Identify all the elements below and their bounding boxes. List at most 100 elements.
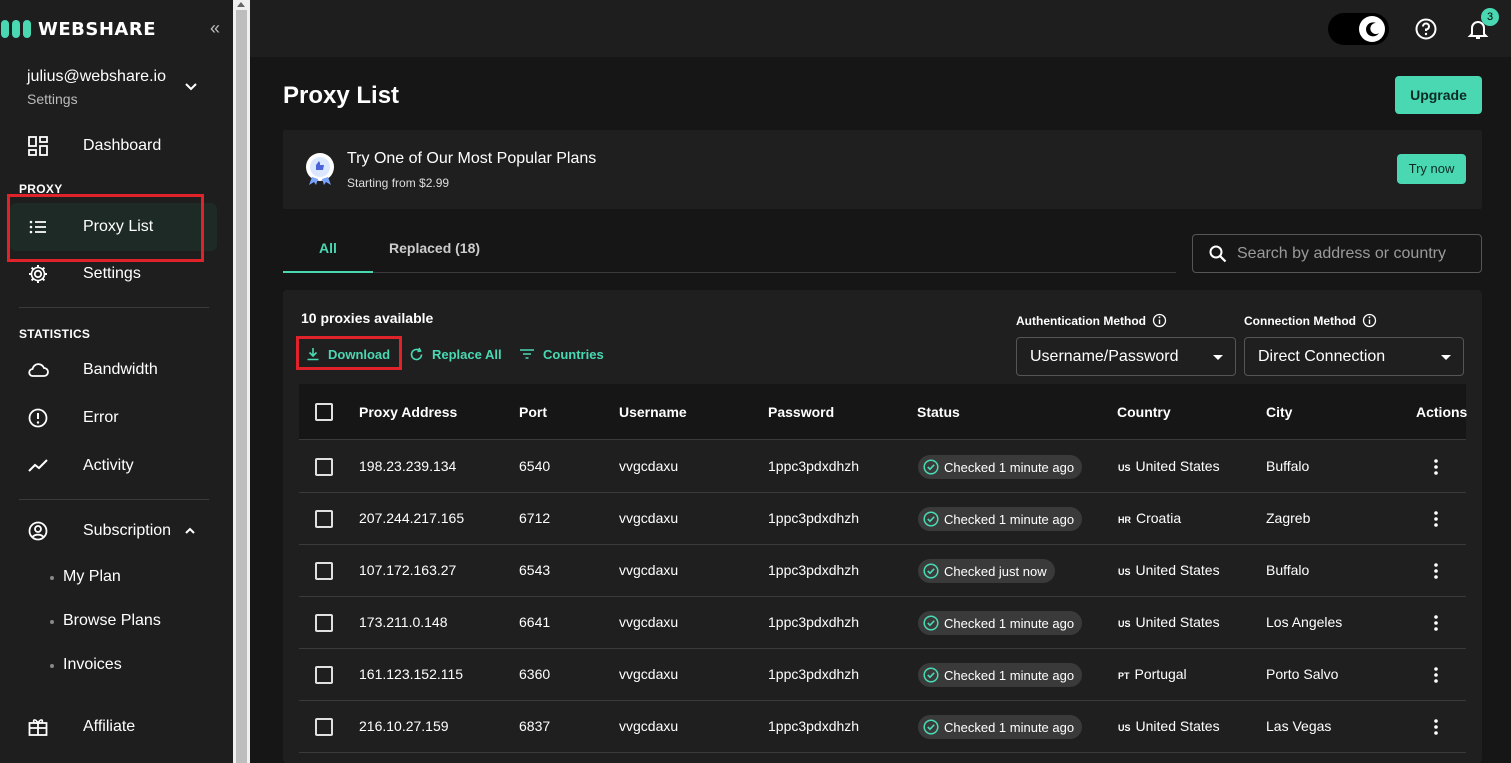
check-circle-icon xyxy=(923,615,939,631)
sidebar-item-settings[interactable]: Settings xyxy=(10,250,217,298)
proxy-username[interactable]: vvgcdaxu xyxy=(619,614,678,630)
sidebar-item-bandwidth[interactable]: Bandwidth xyxy=(10,346,217,394)
column-header-proxy-address[interactable]: Proxy Address xyxy=(359,404,457,420)
proxy-password[interactable]: 1ppc3pdxdhzh xyxy=(768,458,859,474)
proxy-port[interactable]: 6543 xyxy=(519,562,550,578)
auth-method-select[interactable]: Username/Password xyxy=(1016,337,1236,376)
sidebar-item-dashboard[interactable]: Dashboard xyxy=(10,122,217,170)
trending-icon xyxy=(28,459,48,472)
proxy-password[interactable]: 1ppc3pdxdhzh xyxy=(768,666,859,682)
upgrade-button[interactable]: Upgrade xyxy=(1395,76,1482,114)
column-header-actions: Actions xyxy=(1416,404,1468,420)
proxy-address[interactable]: 173.211.0.148 xyxy=(359,614,448,630)
select-all-checkbox[interactable] xyxy=(315,403,333,421)
row-checkbox[interactable] xyxy=(315,458,333,476)
sidebar-item-invoices[interactable]: Invoices xyxy=(50,656,122,674)
check-circle-icon xyxy=(923,719,939,735)
column-header-port[interactable]: Port xyxy=(519,404,547,420)
more-vert-icon[interactable] xyxy=(1426,561,1446,581)
chevron-down-icon[interactable] xyxy=(182,78,200,96)
try-now-button[interactable]: Try now xyxy=(1397,154,1466,184)
proxy-city: Zagreb xyxy=(1266,510,1311,526)
info-icon[interactable] xyxy=(1152,313,1167,328)
proxy-port[interactable]: 6641 xyxy=(519,614,550,630)
promo-title: Try One of Our Most Popular Plans xyxy=(347,150,597,167)
info-icon[interactable] xyxy=(1362,313,1377,328)
download-button[interactable]: Download xyxy=(306,344,390,364)
check-circle-icon xyxy=(923,563,939,579)
proxy-username[interactable]: vvgcdaxu xyxy=(619,562,678,578)
sidebar-item-browse-plans[interactable]: Browse Plans xyxy=(50,612,161,630)
row-checkbox[interactable] xyxy=(315,510,333,528)
help-icon[interactable] xyxy=(1414,17,1438,41)
row-checkbox[interactable] xyxy=(315,718,333,736)
proxy-password[interactable]: 1ppc3pdxdhzh xyxy=(768,562,859,578)
column-header-username[interactable]: Username xyxy=(619,404,687,420)
sidebar-item-subscription[interactable]: Subscription xyxy=(10,507,217,555)
proxy-port[interactable]: 6712 xyxy=(519,510,550,526)
proxy-address[interactable]: 198.23.239.134 xyxy=(359,458,456,474)
scrollbar-thumb[interactable] xyxy=(236,10,247,763)
proxy-port[interactable]: 6837 xyxy=(519,718,550,734)
column-header-country[interactable]: Country xyxy=(1117,404,1171,420)
sidebar-item-label: My Plan xyxy=(63,568,121,585)
dark-mode-toggle[interactable] xyxy=(1328,13,1389,45)
column-header-city[interactable]: City xyxy=(1266,404,1292,420)
more-vert-icon[interactable] xyxy=(1426,509,1446,529)
connection-method-value: Direct Connection xyxy=(1258,348,1386,365)
auth-method-value: Username/Password xyxy=(1030,348,1179,365)
proxy-address[interactable]: 207.244.217.165 xyxy=(359,510,464,526)
proxy-port[interactable]: 6360 xyxy=(519,666,550,682)
country-code: HR xyxy=(1118,515,1131,525)
row-checkbox[interactable] xyxy=(315,562,333,580)
proxy-username[interactable]: vvgcdaxu xyxy=(619,458,678,474)
proxy-address[interactable]: 107.172.163.27 xyxy=(359,562,456,578)
proxy-password[interactable]: 1ppc3pdxdhzh xyxy=(768,510,859,526)
error-icon xyxy=(28,408,48,428)
countries-label: Countries xyxy=(543,346,604,362)
replace-all-label: Replace All xyxy=(432,346,502,362)
proxy-port[interactable]: 6540 xyxy=(519,458,550,474)
sidebar-item-proxy-list[interactable]: Proxy List xyxy=(10,203,217,251)
account-menu[interactable]: julius@webshare.io Settings xyxy=(27,68,207,107)
more-vert-icon[interactable] xyxy=(1426,613,1446,633)
replace-all-button[interactable]: Replace All xyxy=(409,344,502,364)
proxy-username[interactable]: vvgcdaxu xyxy=(619,666,678,682)
more-vert-icon[interactable] xyxy=(1426,457,1446,477)
list-icon xyxy=(29,220,46,234)
sidebar-item-my-plan[interactable]: My Plan xyxy=(50,568,121,586)
logo[interactable]: WEBSHARE xyxy=(0,14,156,44)
proxy-username[interactable]: vvgcdaxu xyxy=(619,510,678,526)
column-header-status[interactable]: Status xyxy=(917,404,960,420)
proxy-country: US United States xyxy=(1118,458,1220,474)
proxy-password[interactable]: 1ppc3pdxdhzh xyxy=(768,718,859,734)
proxy-address[interactable]: 216.10.27.159 xyxy=(359,718,449,734)
proxy-city: Buffalo xyxy=(1266,562,1310,578)
more-vert-icon[interactable] xyxy=(1426,717,1446,737)
row-checkbox[interactable] xyxy=(315,666,333,684)
sidebar-divider xyxy=(19,499,209,500)
tab-replaced[interactable]: Replaced (18) xyxy=(389,240,480,256)
moon-icon xyxy=(1359,16,1385,42)
collapse-sidebar-icon[interactable]: « xyxy=(204,18,226,40)
connection-method-label-text: Connection Method xyxy=(1244,313,1356,328)
connection-method-select[interactable]: Direct Connection xyxy=(1244,337,1464,376)
search-input[interactable] xyxy=(1237,243,1473,265)
check-circle-icon xyxy=(923,667,939,683)
sidebar-item-label: Browse Plans xyxy=(63,612,161,629)
column-header-password[interactable]: Password xyxy=(768,404,834,420)
sidebar-item-label: Affiliate xyxy=(83,718,136,735)
sidebar-item-activity[interactable]: Activity xyxy=(10,442,217,490)
tab-all[interactable]: All xyxy=(319,240,337,256)
proxy-username[interactable]: vvgcdaxu xyxy=(619,718,678,734)
more-vert-icon[interactable] xyxy=(1426,665,1446,685)
row-checkbox[interactable] xyxy=(315,614,333,632)
sidebar-item-label: Subscription xyxy=(83,522,172,539)
proxy-address[interactable]: 161.123.152.115 xyxy=(359,666,463,682)
sidebar-item-affiliate[interactable]: Affiliate xyxy=(10,703,217,751)
sidebar: WEBSHARE « julius@webshare.io Settings D… xyxy=(0,0,233,763)
scroll-up-arrow-icon[interactable] xyxy=(237,2,245,7)
proxy-password[interactable]: 1ppc3pdxdhzh xyxy=(768,614,859,630)
countries-filter-button[interactable]: Countries xyxy=(519,344,604,364)
sidebar-item-error[interactable]: Error xyxy=(10,394,217,442)
